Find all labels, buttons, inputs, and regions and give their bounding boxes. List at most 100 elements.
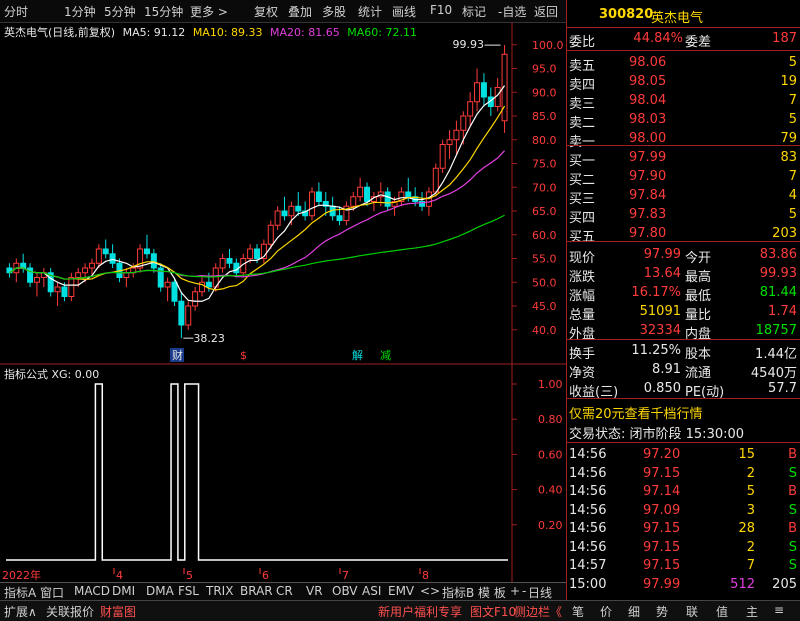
- toolbar-r2[interactable]: 多股: [322, 3, 346, 20]
- indicator-tab-18[interactable]: -: [522, 584, 526, 598]
- toolbar-r4[interactable]: 画线: [392, 3, 416, 20]
- price-tick-label: 90.0: [532, 86, 557, 99]
- indicator-tab-6[interactable]: TRIX: [206, 584, 233, 598]
- toolbar-r6[interactable]: 标记: [462, 3, 486, 20]
- candle-body: [439, 144, 446, 169]
- tick-dir: S: [788, 558, 797, 573]
- toolbar-r7[interactable]: -自选: [498, 3, 526, 20]
- indicator-tab-4[interactable]: DMA: [146, 584, 174, 598]
- indicator-tab-10[interactable]: OBV: [332, 584, 358, 598]
- bottom-tab-11[interactable]: 值: [716, 603, 728, 620]
- toolbar-3[interactable]: 15分钟: [144, 3, 183, 20]
- bids-vol: 83: [780, 150, 797, 165]
- indicator-tab-11[interactable]: ASI: [362, 584, 381, 598]
- toolbar-r3[interactable]: 统计: [358, 3, 382, 20]
- indicator-tab-14[interactable]: >: [430, 584, 440, 598]
- toolbar-r8[interactable]: 返回: [534, 3, 558, 20]
- tick-price: 97.99: [643, 576, 681, 592]
- asks-vol: 79: [780, 131, 797, 146]
- bottom-tab-12[interactable]: 主: [746, 603, 758, 620]
- candle-body: [274, 210, 281, 226]
- indicator-tab-15[interactable]: 指标B: [442, 584, 474, 601]
- bids-vol: 7: [788, 169, 797, 184]
- indicator-tab-2[interactable]: MACD: [74, 584, 110, 598]
- event-mark: 减: [380, 349, 391, 362]
- indicator-tab-12[interactable]: EMV: [388, 584, 414, 598]
- stats-val2: 1.74: [768, 304, 797, 319]
- bottom-tab-5[interactable]: 侧边栏《: [514, 603, 562, 620]
- toolbar-2[interactable]: 5分钟: [104, 3, 136, 20]
- bids-price: 97.99: [629, 150, 667, 165]
- candle-body: [384, 191, 391, 207]
- candle-body: [205, 281, 212, 288]
- bottom-tab-4[interactable]: 图文F10: [470, 603, 516, 620]
- price-tick-label: 45.0: [532, 300, 557, 313]
- bottom-tab-0[interactable]: 扩展∧: [4, 603, 37, 620]
- candle-body: [460, 115, 467, 131]
- asks-price: 98.00: [629, 131, 667, 146]
- bottom-tab-8[interactable]: 细: [628, 603, 640, 620]
- xg-tick-label: 0.40: [538, 484, 563, 497]
- indicator-tab-7[interactable]: BRAR: [240, 584, 273, 598]
- indicator-tab-bar: 指标A 窗口 MACD DMI DMA FSL TRIX BRAR CR VR OBV ASI EMV <…: [0, 582, 566, 601]
- toolbar-1[interactable]: 1分钟: [64, 3, 96, 20]
- toolbar-r5[interactable]: F10: [430, 3, 452, 17]
- candlestick-chart[interactable]: 100.0 95.0 90.0 85.0 80.0 75.0 70.0 65.0 60.0 55.…: [0, 22, 566, 582]
- indicator-title: 指标公式 XG: 0.00: [4, 367, 99, 381]
- bottom-tab-6[interactable]: 笔: [572, 603, 584, 620]
- candle-body: [254, 248, 260, 259]
- stats-val2: 18757: [755, 323, 797, 338]
- indicator-tab-16[interactable]: 模 板: [478, 584, 506, 601]
- bottom-tab-2[interactable]: 财富图: [100, 603, 136, 620]
- tick-vol: 512: [730, 576, 755, 592]
- promo-link[interactable]: 仅需20元查看千档行情: [567, 400, 800, 422]
- asks-price: 98.05: [629, 74, 667, 89]
- indicator-tab-19[interactable]: 日线: [528, 584, 552, 601]
- toolbar-r0[interactable]: 复权: [254, 3, 278, 20]
- tick-dir: B: [788, 484, 797, 499]
- price-tick-label: 85.0: [532, 110, 557, 123]
- bottom-tab-7[interactable]: 价: [600, 603, 612, 620]
- indicator-tab-5[interactable]: FSL: [178, 584, 199, 598]
- stats-val2: 99.93: [759, 266, 797, 281]
- event-mark: $: [240, 349, 247, 362]
- tick-vol: 2: [746, 465, 755, 481]
- bottom-tab-13[interactable]: ≡: [774, 603, 784, 617]
- price-tick-label: 55.0: [532, 253, 557, 266]
- stats-val1: 32334: [639, 323, 681, 338]
- toolbar-4[interactable]: 更多 >: [190, 3, 228, 20]
- trade-status: 交易状态: 闭市阶段 15:30:00: [569, 427, 745, 442]
- stock-name: 英杰电气: [651, 11, 704, 26]
- candle-body: [88, 262, 95, 269]
- candle-body: [350, 196, 357, 207]
- candle-body: [61, 286, 68, 297]
- indicator-tab-8[interactable]: CR: [276, 584, 293, 598]
- bids-vol: 203: [772, 226, 797, 241]
- indicator-tab-0[interactable]: 指标A: [4, 584, 36, 601]
- indicator-tab-3[interactable]: DMI: [112, 584, 135, 598]
- asks-vol: 7: [788, 93, 797, 108]
- bottom-tab-3[interactable]: 新用户福利专享: [378, 603, 462, 620]
- candle-body: [446, 139, 453, 145]
- indicator-tab-13[interactable]: <: [420, 584, 430, 598]
- bottom-tab-9[interactable]: 势: [656, 603, 668, 620]
- price-tick-label: 70.0: [532, 181, 557, 194]
- candle-body: [102, 248, 109, 255]
- tick-vol: 3: [746, 502, 755, 518]
- price-tick-label: 95.0: [532, 63, 557, 76]
- indicator-tab-1[interactable]: 窗口: [40, 584, 64, 601]
- candle-body: [295, 205, 302, 212]
- candle-body: [171, 281, 178, 302]
- bottom-tab-10[interactable]: 联: [686, 603, 698, 620]
- bottom-tab-1[interactable]: 关联报价: [46, 603, 94, 620]
- toolbar-0[interactable]: 分时: [4, 3, 28, 20]
- asks-price: 98.06: [629, 55, 667, 70]
- xg-tick-label: 0.60: [538, 448, 563, 461]
- indicator-tab-17[interactable]: +: [510, 584, 520, 598]
- tick-dir: S: [788, 539, 797, 555]
- toolbar-r1[interactable]: 叠加: [288, 3, 312, 20]
- indicator-tab-9[interactable]: VR: [306, 584, 323, 598]
- candle-body: [432, 167, 439, 193]
- candle-body: [226, 258, 233, 264]
- tick-vol: 5: [746, 484, 755, 499]
